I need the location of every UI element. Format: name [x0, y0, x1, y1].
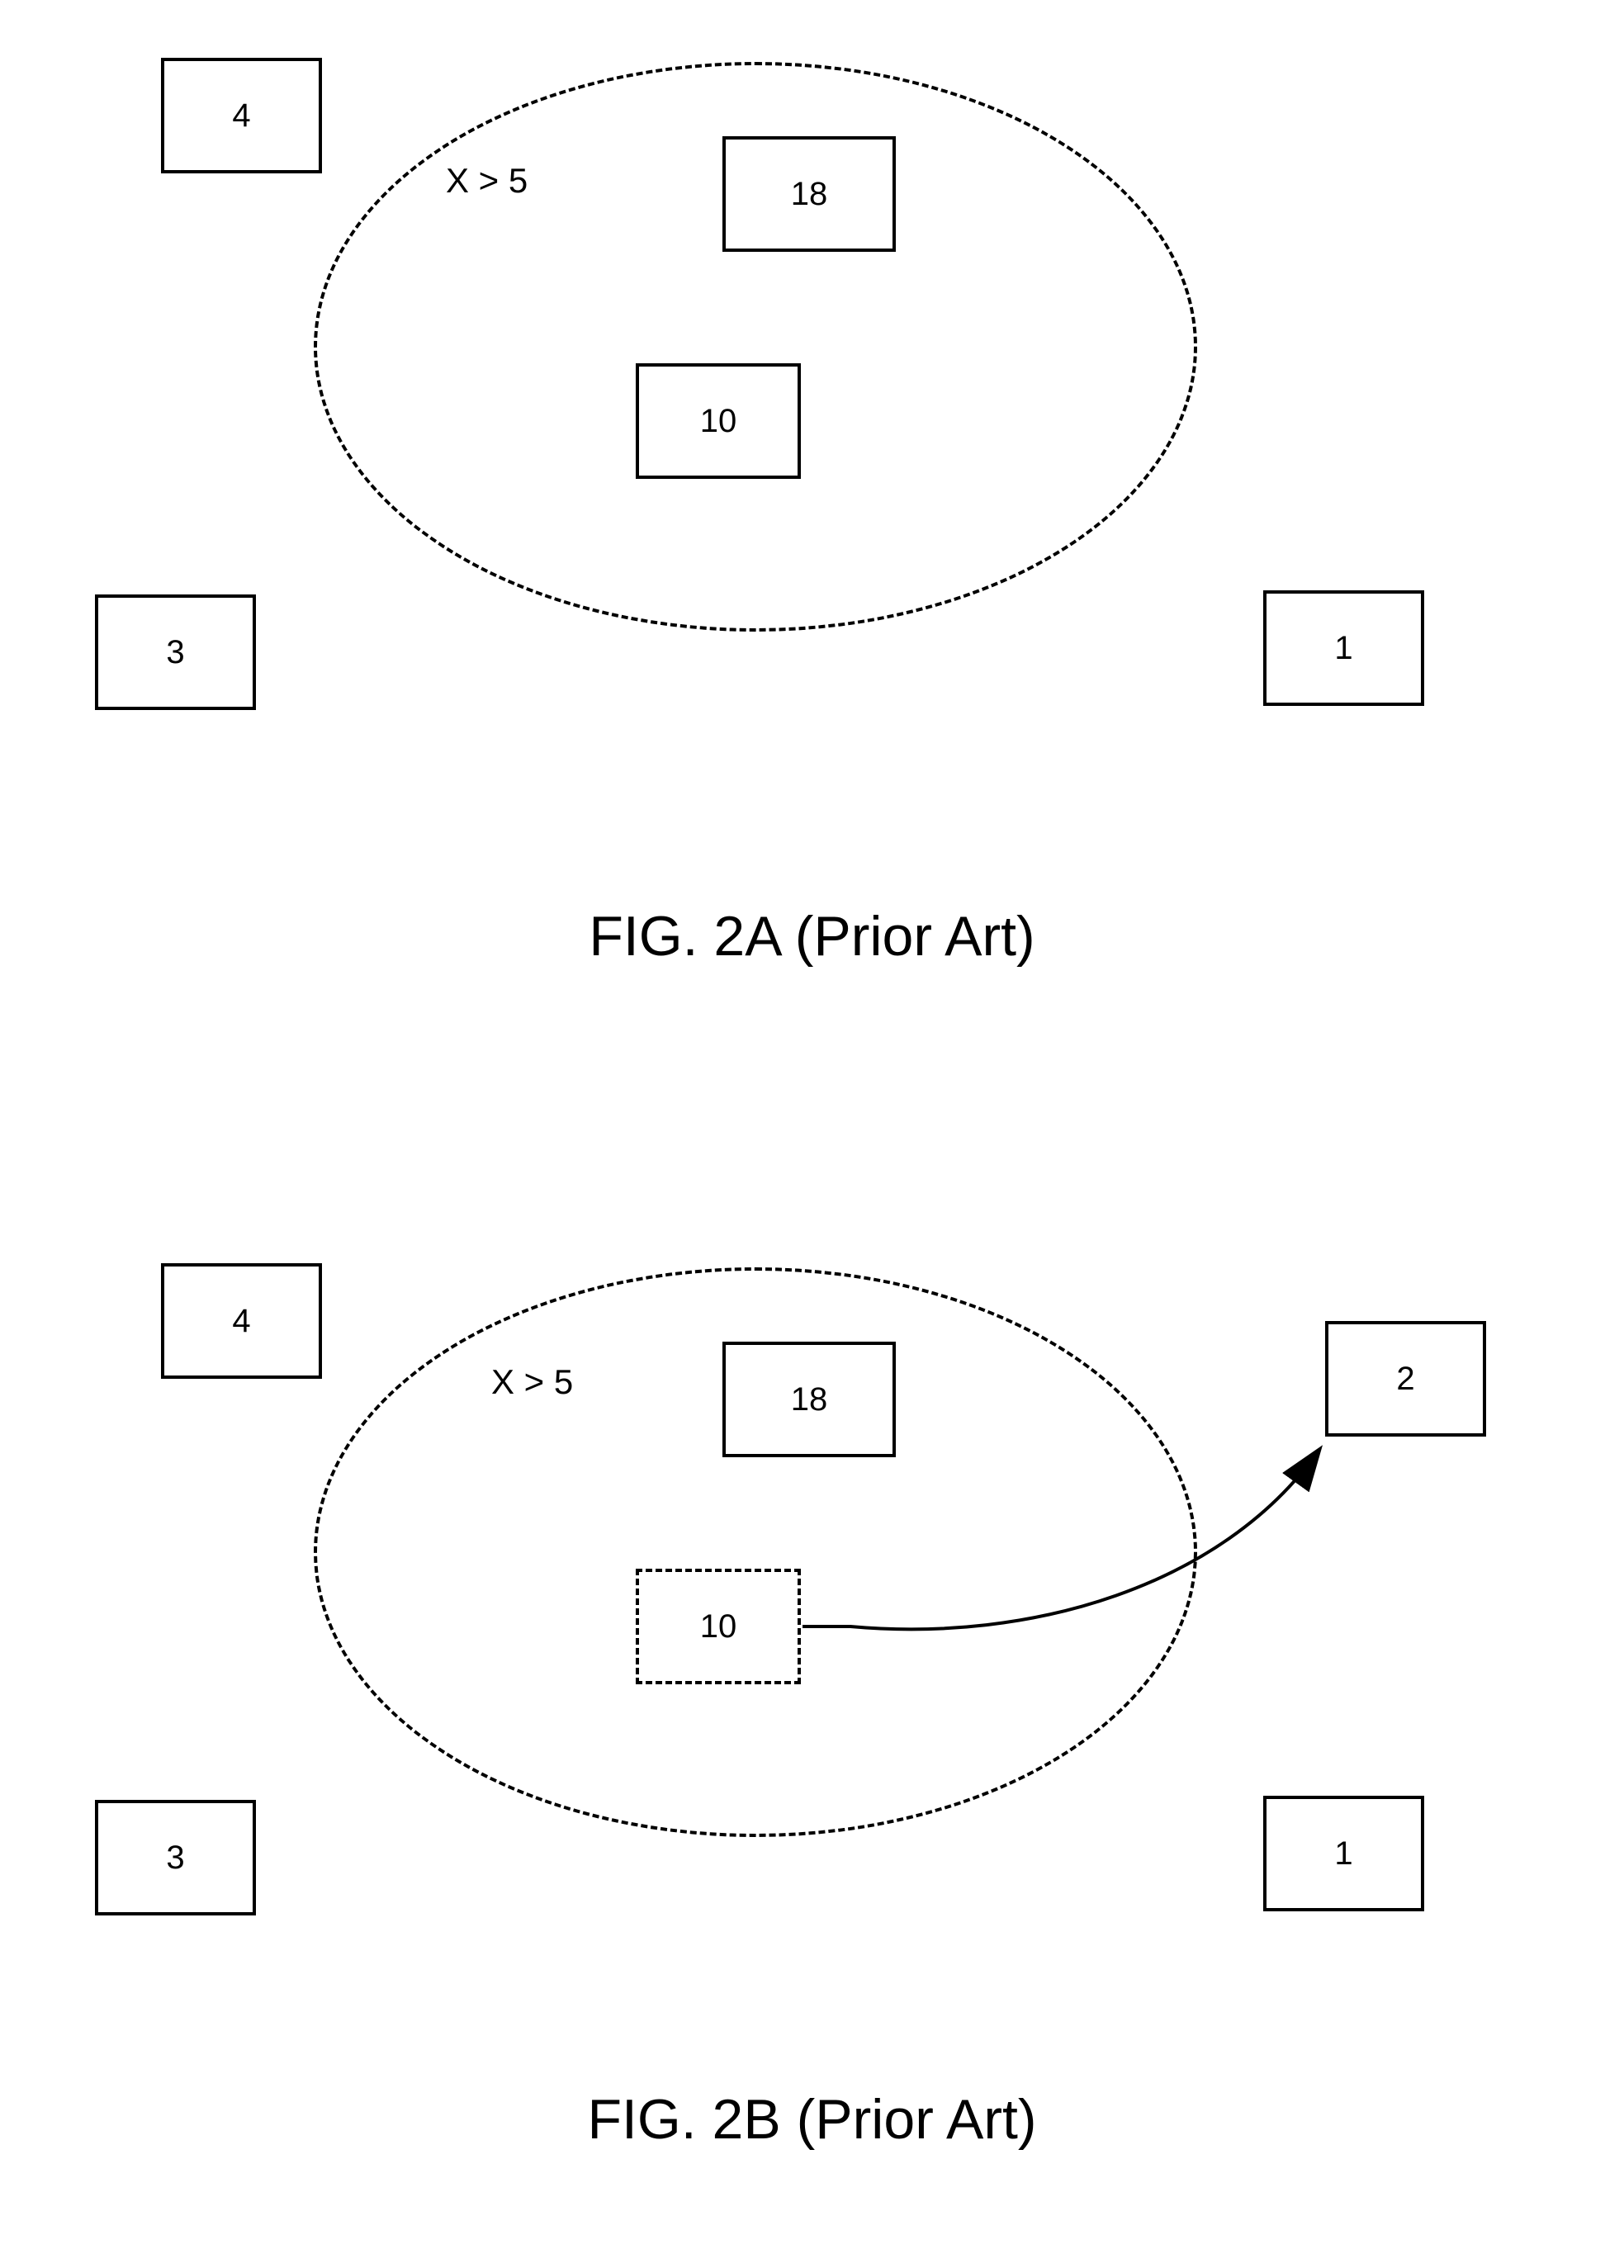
page: X > 5 4 18 10 3 1 FIG. 2A (Prior Art) X …: [0, 0, 1624, 2268]
figB-caption: FIG. 2B (Prior Art): [0, 2087, 1624, 2152]
figB-arrow: [0, 0, 1624, 2268]
